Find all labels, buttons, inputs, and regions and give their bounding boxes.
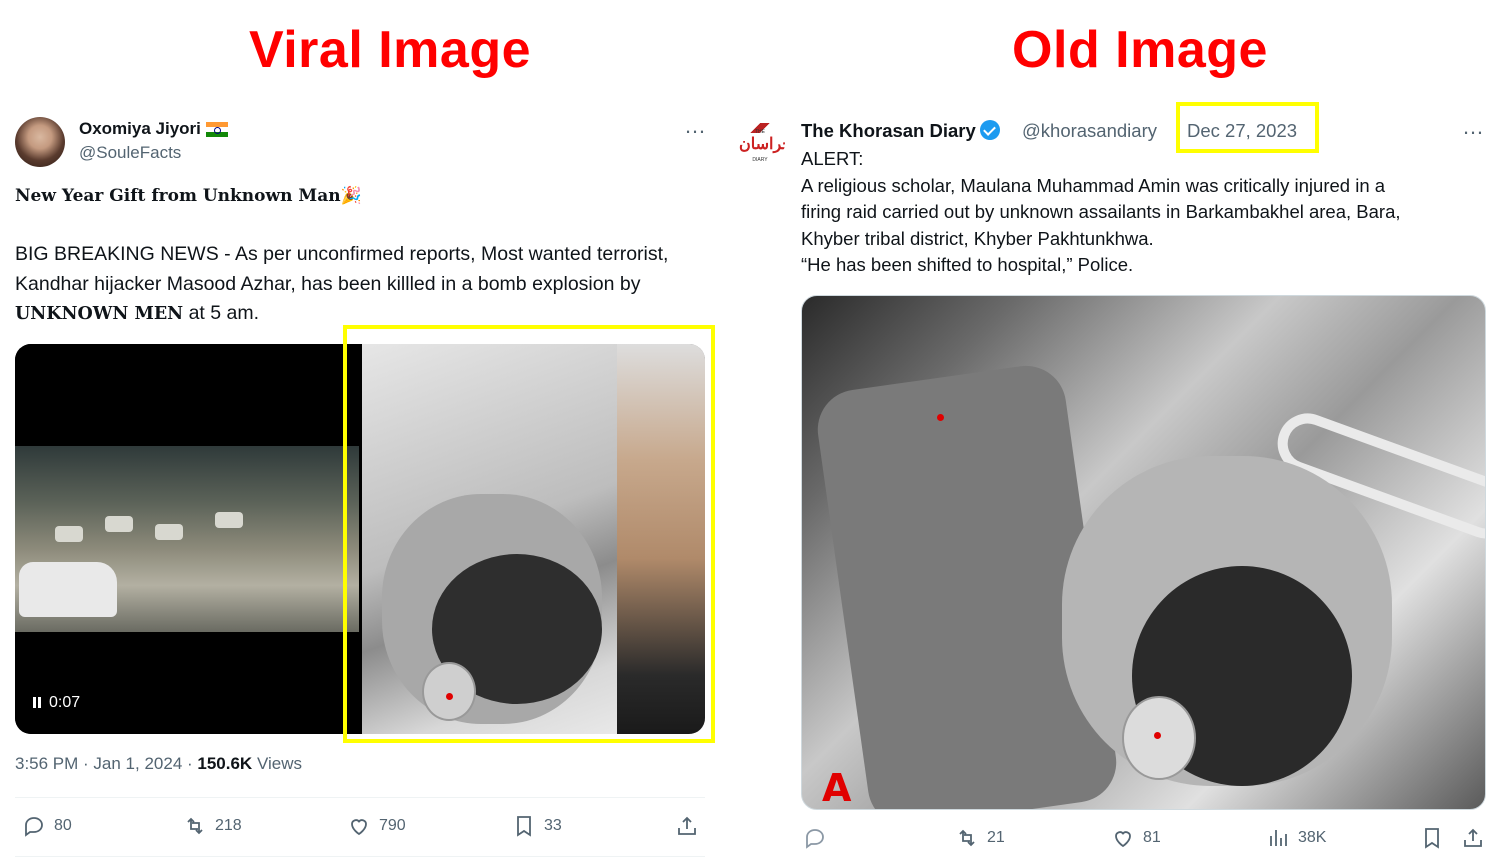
avatar-logo-bottom: DIARY — [752, 157, 768, 163]
vehicle — [105, 516, 133, 532]
explosion-video[interactable]: 0:07 — [15, 344, 359, 734]
heart-icon — [351, 819, 367, 836]
india-flag-icon — [205, 122, 228, 138]
like-button[interactable]: 790 — [347, 814, 406, 838]
red-marker-dot — [1154, 732, 1161, 739]
more-options-icon[interactable]: … — [1462, 114, 1485, 140]
video-time-text: 0:07 — [49, 694, 81, 711]
viral-body-text-2: at 5 am. — [183, 302, 260, 324]
old-body-line: Khyber tribal district, Khyber Pakhtunkh… — [801, 227, 1154, 249]
red-marker-glyph: A — [822, 766, 852, 810]
repost-icon — [959, 829, 975, 847]
like-count: 81 — [1143, 829, 1161, 846]
divider — [15, 797, 705, 798]
viral-tweet-title: New Year Gift from Unknown Man🎉 — [15, 186, 362, 206]
divider — [15, 856, 705, 857]
reply-icon — [25, 817, 43, 837]
old-body-line: firing raid carried out by unknown assai… — [801, 201, 1401, 223]
share-button[interactable] — [1461, 826, 1485, 850]
more-options-icon[interactable]: … — [684, 113, 707, 139]
video-timer[interactable]: 0:07 — [33, 694, 80, 712]
viral-body-bold: UNKNOWN MEN — [15, 304, 184, 324]
reply-button[interactable] — [803, 826, 827, 850]
reply-count: 80 — [54, 817, 72, 834]
verified-badge-icon — [979, 120, 1000, 140]
vehicle — [215, 512, 243, 528]
viral-views-label: Views — [252, 754, 302, 773]
viral-body-text-1: BIG BREAKING NEWS - As per unconfirmed r… — [15, 243, 669, 295]
old-body-alert: ALERT: — [801, 148, 864, 169]
viral-highlight-box — [343, 325, 715, 743]
share-icon — [678, 816, 696, 835]
viral-tweet-body: BIG BREAKING NEWS - As per unconfirmed r… — [15, 240, 695, 330]
khorasan-avatar[interactable]: THE خراسان DIARY — [735, 117, 785, 167]
vehicle — [55, 526, 83, 542]
old-body-line: “He has been shifted to hospital,” Polic… — [801, 254, 1134, 276]
old-image-heading: Old Image — [1012, 21, 1268, 79]
old-tweet-body: ALERT: A religious scholar, Maulana Muha… — [801, 146, 1491, 279]
repost-button[interactable]: 218 — [183, 814, 242, 838]
bookmark-button[interactable]: 33 — [512, 814, 562, 838]
hospital-photo-old[interactable]: A — [801, 295, 1486, 810]
red-marker-dot — [937, 414, 944, 421]
avatar-logo-arabic: خراسان — [739, 134, 785, 153]
share-button[interactable] — [675, 814, 699, 838]
views-button[interactable]: 38K — [1266, 826, 1326, 850]
bookmark-icon — [1425, 828, 1439, 849]
viral-author-name-text[interactable]: Oxomiya Jiyori — [79, 119, 201, 138]
white-car — [19, 562, 117, 617]
bookmark-button[interactable] — [1420, 826, 1444, 850]
pause-icon[interactable] — [33, 697, 41, 708]
analytics-icon — [1270, 830, 1287, 846]
viral-timestamp[interactable]: 3:56 PM · Jan 1, 2024 · — [15, 754, 197, 773]
viral-image-heading: Viral Image — [248, 21, 532, 79]
bookmark-count: 33 — [544, 817, 562, 834]
viral-author-name[interactable]: Oxomiya Jiyori — [79, 119, 228, 139]
like-button[interactable]: 81 — [1111, 826, 1161, 850]
viral-tweet-meta: 3:56 PM · Jan 1, 2024 · 150.6K Views — [15, 754, 302, 774]
repost-count: 218 — [215, 817, 242, 834]
repost-icon — [187, 817, 203, 835]
repost-count: 21 — [987, 829, 1005, 846]
viral-author-avatar[interactable] — [15, 117, 65, 167]
bookmark-icon — [517, 816, 531, 837]
viral-author-handle[interactable]: @SouleFacts — [79, 143, 181, 163]
viral-views-count: 150.6K — [197, 754, 253, 773]
old-body-line: A religious scholar, Maulana Muhammad Am… — [801, 174, 1386, 196]
old-author-name[interactable]: The Khorasan Diary — [801, 120, 1000, 142]
old-author-name-text[interactable]: The Khorasan Diary — [801, 120, 976, 141]
reply-button[interactable]: 80 — [22, 814, 72, 838]
share-icon — [1464, 828, 1482, 847]
reply-icon — [806, 829, 824, 849]
like-count: 790 — [379, 817, 406, 834]
heart-icon — [1115, 831, 1131, 848]
views-count: 38K — [1298, 829, 1327, 846]
repost-button[interactable]: 21 — [955, 826, 1005, 850]
old-author-handle[interactable]: @khorasandiary — [1022, 120, 1157, 142]
vehicle — [155, 524, 183, 540]
